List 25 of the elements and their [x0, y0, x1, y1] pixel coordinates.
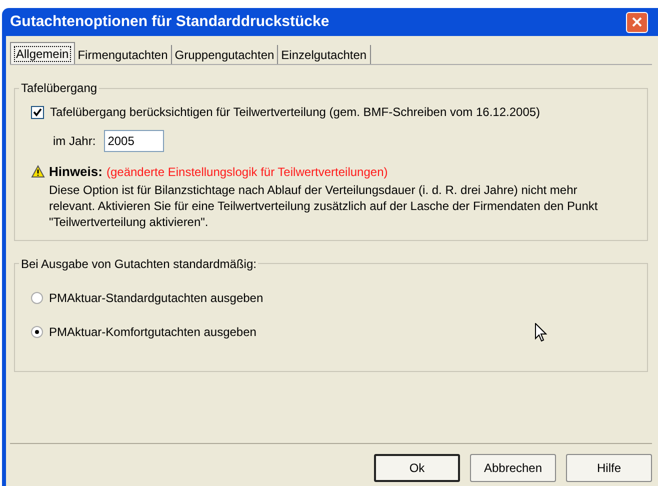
window-title: Gutachtenoptionen für Standarddruckstücke	[9, 12, 330, 32]
year-field[interactable]: 2005	[104, 130, 164, 152]
note-subtitle: (geänderte Einstellungslogik für Teilwertverteilungen)	[106, 164, 388, 181]
radio-label: PMAktuar-Komfortgutachten ausgeben	[49, 324, 256, 340]
radio-button[interactable]	[31, 292, 43, 304]
group-title: Bei Ausgabe von Gutachten standardmäßig:	[20, 256, 258, 272]
tab[interactable]: Allgemein	[10, 42, 75, 64]
dialog-button[interactable]: Ok	[374, 454, 460, 482]
close-button[interactable]	[626, 12, 648, 32]
note-heading: Hinweis:	[49, 163, 102, 181]
radio-label: PMAktuar-Standardgutachten ausgeben	[49, 290, 264, 306]
tab[interactable]: Firmengutachten	[74, 45, 172, 64]
checkbox[interactable]	[31, 106, 44, 118]
checkbox-label: Tafelübergang berücksichtigen für Teilwertverteilung (gem. BMF-Schreiben vom 16.12.2005)	[50, 104, 540, 121]
radio-button[interactable]	[31, 326, 43, 338]
group-title: Tafelübergang	[20, 80, 98, 97]
dialog-button[interactable]: Hilfe	[566, 454, 652, 482]
tab[interactable]: Einzelgutachten	[278, 45, 371, 64]
mouse-cursor-icon	[535, 322, 547, 342]
year-label: im Jahr:	[53, 133, 96, 150]
dialog-button[interactable]: Abbrechen	[470, 454, 556, 482]
tab[interactable]: Gruppengutachten	[172, 45, 278, 64]
note-text: Diese Option ist für Bilanzstichtage nach Ablauf der Verteilungsdauer (i. d. R. drei Jahre) nicht mehr relevant. Aktivieren Sie für eine Teilwertverteilung zusätzlich auf der Lasche der Firmendaten den Punkt "Teilwertverteilung aktivieren".	[49, 182, 599, 230]
close-icon	[631, 16, 643, 28]
warning-icon	[31, 165, 45, 178]
